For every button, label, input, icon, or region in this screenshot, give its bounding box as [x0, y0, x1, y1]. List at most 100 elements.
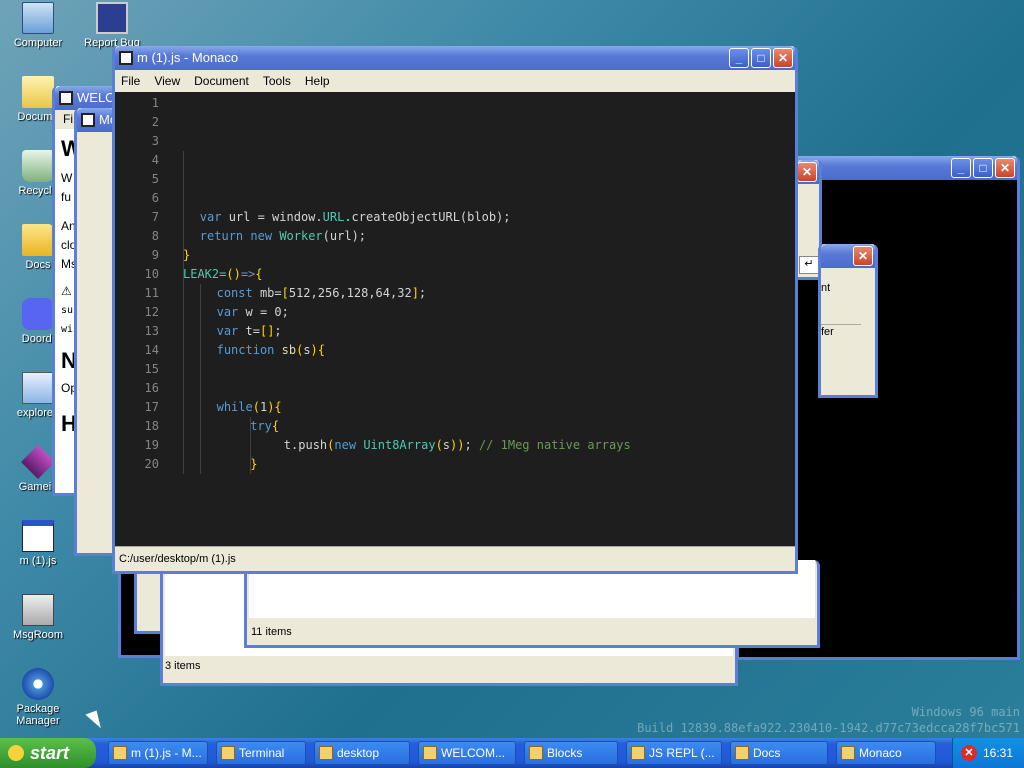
- line-number: 13: [144, 324, 159, 338]
- menu-bar: File View Document Tools Help: [115, 70, 795, 92]
- start-button[interactable]: start: [0, 738, 96, 768]
- menu-help[interactable]: Help: [305, 74, 330, 88]
- code-text: return new Worker(url);: [199, 229, 367, 243]
- menu-tools[interactable]: Tools: [263, 74, 291, 88]
- line-number: 9: [151, 248, 159, 262]
- app-icon: [529, 746, 543, 760]
- code-line[interactable]: 2: [115, 113, 795, 132]
- line-number: 6: [151, 191, 159, 205]
- code-text: while(1){: [216, 400, 282, 414]
- taskbar-item[interactable]: JS REPL (...: [626, 741, 722, 765]
- small-window-titlebar[interactable]: Mo: [77, 108, 117, 132]
- status-bar-path: C:/user/desktop/m (1).js: [115, 546, 795, 571]
- desktop-icon-js-file[interactable]: m (1).js: [4, 520, 72, 567]
- taskbar-item[interactable]: Docs: [730, 741, 828, 765]
- monaco-window[interactable]: m (1).js - Monaco _ □ ✕ File View Docume…: [112, 46, 798, 574]
- taskbar: start m (1).js - M... Terminal desktop WELC…: [0, 738, 1024, 768]
- start-icon: [8, 745, 24, 761]
- maximize-icon[interactable]: □: [751, 48, 771, 68]
- clock[interactable]: 16:31: [983, 746, 1013, 760]
- code-line[interactable]: 13 var t=[];: [115, 322, 795, 341]
- msgroom-icon: [22, 594, 54, 626]
- code-line[interactable]: 6: [115, 189, 795, 208]
- menu-view[interactable]: View: [154, 74, 180, 88]
- desktop-icon-package-manager[interactable]: Package Manager: [4, 668, 72, 727]
- menu-file[interactable]: File: [121, 74, 140, 88]
- code-line[interactable]: 19 t.push(new Uint8Array(s)); // 1Meg nat…: [115, 436, 795, 455]
- line-number: 20: [144, 457, 159, 471]
- code-line[interactable]: 12 var w = 0;: [115, 303, 795, 322]
- taskbar-item[interactable]: WELCOM...: [418, 741, 516, 765]
- indent-guide: [183, 151, 184, 474]
- app-icon: [221, 746, 235, 760]
- code-line[interactable]: 1: [115, 94, 795, 113]
- menu-document[interactable]: Document: [194, 74, 249, 88]
- close-icon[interactable]: ✕: [773, 48, 793, 68]
- window-icon: [81, 113, 95, 127]
- code-line[interactable]: 17 while(1){: [115, 398, 795, 417]
- code-line[interactable]: 5: [115, 170, 795, 189]
- code-text: var t=[];: [216, 324, 282, 338]
- desktop-icon-label: MsgRoom: [12, 629, 64, 641]
- line-number: 12: [144, 305, 159, 319]
- app-icon: [319, 746, 333, 760]
- close-icon[interactable]: ✕: [797, 162, 817, 182]
- code-line[interactable]: 15: [115, 360, 795, 379]
- app-icon: [423, 746, 437, 760]
- maximize-icon[interactable]: □: [973, 158, 993, 178]
- line-number: 11: [144, 286, 159, 300]
- code-line[interactable]: 18 try{: [115, 417, 795, 436]
- minimize-icon[interactable]: _: [951, 158, 971, 178]
- code-line[interactable]: 10 LEAK2=()=>{: [115, 265, 795, 284]
- line-number: 10: [144, 267, 159, 281]
- desktop-icon-computer[interactable]: Computer: [4, 2, 72, 49]
- taskbar-item[interactable]: Terminal: [216, 741, 306, 765]
- desktop-icon-msgroom[interactable]: MsgRoom: [4, 594, 72, 641]
- enter-icon[interactable]: ↵: [799, 256, 819, 274]
- line-number: 7: [151, 210, 159, 224]
- code-text: var url = window.URL.createObjectURL(blo…: [199, 210, 511, 224]
- window-icon: [59, 91, 73, 105]
- code-line[interactable]: 16: [115, 379, 795, 398]
- code-line[interactable]: 20}: [115, 455, 795, 474]
- code-line[interactable]: 4: [115, 151, 795, 170]
- error-icon[interactable]: ✕: [961, 745, 977, 761]
- line-number: 19: [144, 438, 159, 452]
- desktop-icon-report-bug[interactable]: Report Bug: [78, 2, 146, 49]
- app-icon: [841, 746, 855, 760]
- close-icon[interactable]: ✕: [853, 246, 873, 266]
- system-tray: ✕ 16:31: [952, 738, 1024, 768]
- folder-icon: [22, 224, 54, 256]
- code-text: }: [250, 457, 258, 471]
- desktop-icon-label: Package Manager: [16, 703, 60, 727]
- line-number: 5: [151, 172, 159, 186]
- dialog-window[interactable]: ✕ nt fer: [818, 244, 878, 398]
- folder-statusbar: 11 items: [251, 626, 292, 638]
- code-line[interactable]: 8 return new Worker(url);: [115, 227, 795, 246]
- indent-guide: [200, 284, 201, 474]
- line-number: 8: [151, 229, 159, 243]
- window-icon: [119, 51, 133, 65]
- code-line[interactable]: 11 const mb=[512,256,128,64,32];: [115, 284, 795, 303]
- taskbar-item[interactable]: Monaco: [836, 741, 936, 765]
- js-file-icon: [22, 520, 54, 552]
- code-line[interactable]: 14 function sb(s){: [115, 341, 795, 360]
- minimize-icon[interactable]: _: [729, 48, 749, 68]
- close-icon[interactable]: ✕: [995, 158, 1015, 178]
- line-number: 14: [144, 343, 159, 357]
- taskbar-item[interactable]: m (1).js - M...: [108, 741, 208, 765]
- line-number: 3: [151, 134, 159, 148]
- code-line[interactable]: 9}: [115, 246, 795, 265]
- documents-icon: [22, 76, 54, 108]
- taskbar-item[interactable]: Blocks: [524, 741, 618, 765]
- line-number: 4: [151, 153, 159, 167]
- code-line[interactable]: 7 var url = window.URL.createObjectURL(bl…: [115, 208, 795, 227]
- build-watermark: Windows 96 main Build 12839.88efa922.230…: [637, 705, 1020, 735]
- code-editor[interactable]: 1 2 3 4 5 6 7 var url = window.URL.createObject…: [115, 92, 795, 546]
- report-bug-icon: [96, 2, 128, 34]
- monaco-titlebar[interactable]: m (1).js - Monaco _ □ ✕: [115, 46, 795, 70]
- taskbar-item[interactable]: desktop: [314, 741, 410, 765]
- computer-icon: [22, 2, 54, 34]
- code-line[interactable]: 3: [115, 132, 795, 151]
- desktop-icon-label: Computer: [13, 37, 63, 49]
